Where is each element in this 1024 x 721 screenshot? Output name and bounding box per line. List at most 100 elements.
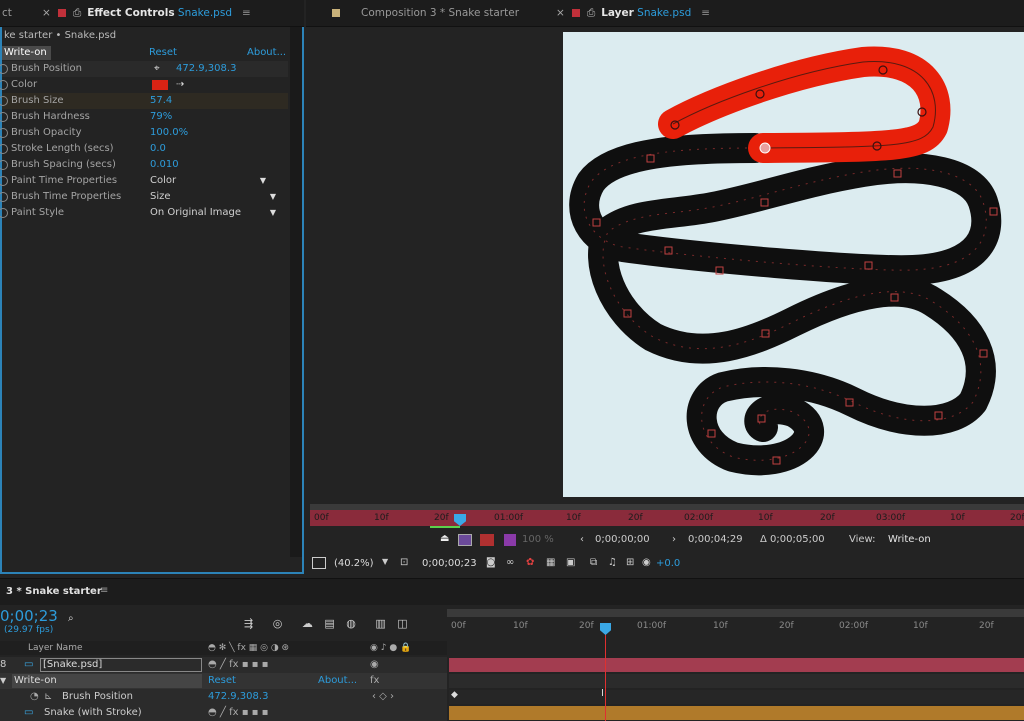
paint-time-dropdown[interactable]: Color ▼ [150,173,280,189]
tab-menu-icon[interactable]: ≡ [701,7,710,19]
tab-menu-icon[interactable]: ≡ [100,585,108,596]
tab-timeline[interactable]: 3 * Snake starter [6,586,102,597]
stopwatch-icon[interactable] [0,80,8,90]
stopwatch-icon[interactable] [0,112,8,122]
view-options-icon[interactable]: ⊞ [626,557,634,568]
audio-icon[interactable]: ♫ [608,557,617,568]
3d-view-icon[interactable]: ⧉ [590,557,597,568]
draft-3d-icon[interactable]: ◎ [273,617,283,630]
eyedropper-icon[interactable]: ⇢ [176,77,184,93]
property-row[interactable]: ◔ ⊾ Brush Position 472.9,308.3 ‹ ◇ › [0,689,447,705]
crosshair-icon[interactable]: ⌖ [154,61,160,77]
project-tab-fragment[interactable]: ct [2,7,12,19]
resolution-icon[interactable] [312,557,326,569]
snapshot-icon[interactable]: ⏏ [440,533,449,544]
timeline-timecode[interactable]: 0;00;23 [0,607,58,625]
graph-editor-icon[interactable]: ▥ [375,617,385,630]
tab-layer[interactable]: × ⎙ Layer Snake.psd ≡ [556,0,710,27]
stopwatch-icon[interactable] [0,144,8,154]
layer-bar[interactable] [449,658,1024,672]
brush-spacing-value[interactable]: 0.010 [150,157,179,173]
visibility-icon[interactable]: ◉ [370,657,379,673]
tab-composition[interactable]: Composition 3 * Snake starter [332,0,519,27]
fx-icon[interactable]: fx [370,673,379,689]
search-icon[interactable]: ⌕ [68,613,74,624]
lock-icon[interactable]: ⎙ [587,7,595,19]
end-time[interactable]: 0;00;04;29 [688,534,743,545]
close-icon[interactable]: × [42,7,51,19]
effect-row[interactable]: ▼ Write-on Reset About... fx [0,673,447,689]
layer-switches[interactable]: ◓ ╱ fx ▪ ▪ ▪ [208,657,268,673]
chevron-down-icon[interactable]: ▼ [0,673,6,689]
viewer-timecode[interactable]: 0;00;00;23 [422,558,477,569]
paint-style-dropdown[interactable]: On Original Image ▼ [150,205,280,221]
stopwatch-icon[interactable] [0,208,8,218]
keyframe-nav-icon[interactable]: ‹ ◇ › [372,689,394,705]
color-swatch[interactable] [152,80,168,90]
keyframe-nav-icon[interactable]: ◫ [397,617,407,630]
playhead-line[interactable] [605,624,606,721]
stopwatch-icon[interactable] [0,96,8,106]
link-icon[interactable]: ⊾ [44,689,52,705]
shy-icon[interactable]: ☁ [302,617,313,630]
stopwatch-icon[interactable] [0,176,8,186]
brush-time-dropdown[interactable]: Size ▼ [150,189,280,205]
out-point-icon[interactable]: › [672,534,676,545]
about-link[interactable]: About... [247,45,286,61]
brush-size-value[interactable]: 57.4 [150,93,172,109]
stopwatch-icon[interactable]: ◔ [30,689,39,705]
current-time[interactable]: 0;00;00;00 [595,534,650,545]
keyframe-icon[interactable]: ◆ [451,690,458,700]
stopwatch-icon[interactable] [0,64,8,74]
in-point-icon[interactable]: ‹ [580,534,584,545]
chevron-down-icon[interactable]: ▼ [382,557,388,566]
brush-hardness-value[interactable]: 79% [150,109,172,125]
transparency-grid-icon[interactable] [504,534,516,546]
brush-position-value[interactable]: 472.9,308.3 [208,689,268,705]
layer-name-field[interactable]: [Snake.psd] [40,658,202,672]
tick-label: 02:00f [684,513,714,523]
layer-name[interactable]: Snake (with Stroke) [44,705,142,721]
tab-effect-controls[interactable]: × ⎙ Effect Controls Snake.psd ≡ [42,0,251,27]
lock-icon[interactable]: ⎙ [73,7,81,19]
layer-row[interactable]: 8 ▭ [Snake.psd] ◓ ╱ fx ▪ ▪ ▪ ◉ [0,657,447,673]
about-link[interactable]: About... [318,673,357,689]
effect-name[interactable]: Write-on [2,46,51,60]
mask-icon[interactable]: ▦ [546,557,555,568]
reset-link[interactable]: Reset [149,45,177,61]
stopwatch-icon[interactable] [0,192,8,202]
layer-switches[interactable]: ◓ ╱ fx ▪ ▪ ▪ [208,705,268,721]
link-icon[interactable]: ∞ [506,557,514,568]
effect-name[interactable]: Write-on [12,674,202,688]
motion-blur-icon[interactable]: ◍ [346,617,356,630]
layer-row[interactable]: ▭ Snake (with Stroke) ◓ ╱ fx ▪ ▪ ▪ [0,705,447,721]
brush-opacity-value[interactable]: 100.0% [150,125,188,141]
work-area-bar[interactable] [447,609,1024,617]
viewer-ruler[interactable]: 00f 10f 20f 01:00f 10f 20f 02:00f 10f 20… [310,510,1024,526]
view-dropdown[interactable]: Write-on [888,534,931,545]
exposure-icon[interactable]: ◉ [642,557,651,568]
scrollbar[interactable] [290,27,302,557]
tab-menu-icon[interactable]: ≡ [242,7,251,19]
color-management-icon[interactable] [480,534,494,546]
frame-blending-icon[interactable]: ▤ [324,617,334,630]
color-channels-icon[interactable]: ✿ [526,557,534,568]
zoom-dropdown[interactable]: (40.2%) [334,558,374,569]
channel-icon[interactable] [458,534,472,546]
brush-position-handle[interactable] [759,142,771,154]
layer-bar[interactable] [449,706,1024,720]
grid-icon[interactable]: ▣ [566,557,575,568]
camera-icon[interactable]: ◙ [486,557,496,568]
comp-mini-flowchart-icon[interactable]: ⇶ [244,617,253,630]
reset-link[interactable]: Reset [208,673,236,689]
column-layer-name[interactable]: Layer Name [28,641,83,655]
region-icon[interactable]: ⊡ [400,557,408,568]
layer-canvas[interactable] [563,32,1024,497]
close-icon[interactable]: × [556,7,565,19]
exposure-value[interactable]: +0.0 [656,558,680,569]
brush-position-value[interactable]: 472.9,308.3 [176,61,236,77]
stopwatch-icon[interactable] [0,160,8,170]
stroke-length-value[interactable]: 0.0 [150,141,166,157]
stopwatch-icon[interactable] [0,128,8,138]
timeline-ruler[interactable]: 00f 10f 20f 01:00f 10f 20f 02:00f 10f 20… [447,617,1024,637]
